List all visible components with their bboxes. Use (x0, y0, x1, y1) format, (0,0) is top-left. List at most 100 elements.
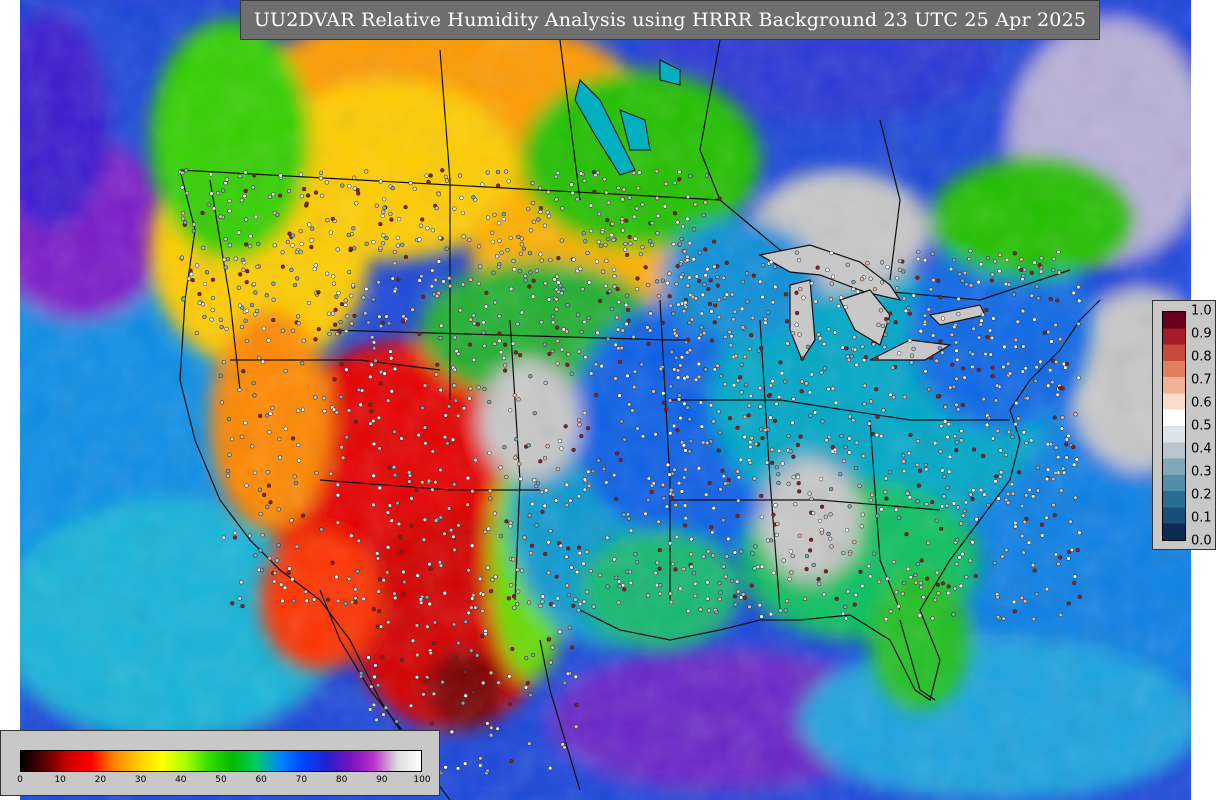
station-dot (487, 488, 493, 494)
station-dot (736, 475, 741, 480)
station-dot (300, 513, 306, 518)
station-dot (550, 314, 556, 319)
station-dot (701, 212, 706, 218)
station-dot (686, 337, 691, 343)
station-dot (471, 313, 476, 318)
station-dot (338, 394, 344, 400)
station-dot (1030, 562, 1036, 568)
station-dot (371, 473, 376, 478)
station-dot (528, 551, 534, 556)
station-dot (635, 426, 640, 431)
station-dot (794, 250, 800, 255)
station-dot (759, 514, 764, 520)
station-dot (760, 263, 766, 268)
station-dot (267, 430, 272, 435)
station-dot (410, 638, 416, 643)
station-dot (990, 374, 995, 379)
station-dot (576, 494, 582, 499)
station-dot (395, 243, 401, 248)
station-dot (1052, 415, 1057, 420)
station-dot (760, 435, 765, 441)
station-dot (807, 548, 813, 553)
station-dot (296, 321, 301, 326)
station-dot (907, 495, 912, 500)
station-dot (826, 327, 831, 332)
station-dot (646, 497, 651, 503)
station-dot (377, 609, 382, 614)
station-dot (519, 310, 524, 315)
station-dot (443, 765, 448, 770)
station-dot (516, 397, 521, 402)
station-dot (253, 290, 258, 295)
station-dot (860, 512, 865, 517)
station-dot (794, 310, 800, 316)
station-dot (952, 586, 958, 591)
station-dot (696, 374, 702, 380)
station-dot (819, 504, 825, 509)
station-dot (452, 367, 457, 372)
station-dot (995, 614, 1001, 620)
station-dot (821, 341, 827, 347)
station-dot (860, 583, 865, 589)
station-dot (237, 596, 242, 601)
station-dot (209, 191, 214, 196)
station-dot (250, 185, 256, 190)
station-dot (421, 294, 426, 299)
station-dot (618, 457, 623, 463)
station-dot (841, 550, 846, 556)
station-dot (502, 368, 508, 373)
station-dot (645, 593, 651, 598)
station-dot (1032, 317, 1037, 322)
station-dot (924, 467, 929, 472)
station-dot (735, 378, 741, 383)
station-dot (381, 712, 386, 717)
station-dot (587, 280, 592, 285)
station-dot (279, 582, 284, 587)
station-dot (555, 325, 560, 330)
station-dot (723, 574, 728, 579)
station-dot (699, 424, 705, 429)
station-dot (423, 441, 428, 446)
station-dot (236, 230, 242, 235)
station-dot (876, 322, 881, 327)
station-dot (1002, 344, 1007, 350)
station-dot (917, 468, 923, 473)
station-dot (749, 436, 754, 441)
station-dot (559, 446, 564, 451)
station-dot (963, 500, 969, 505)
station-dot (248, 234, 253, 239)
station-dot (436, 192, 441, 197)
station-dot (1069, 547, 1075, 553)
station-dot (264, 413, 270, 418)
station-dot (392, 261, 397, 266)
station-dot (951, 258, 957, 263)
station-dot (546, 637, 551, 642)
station-dot (845, 589, 851, 594)
station-dot (940, 468, 945, 473)
station-dot (954, 376, 959, 381)
station-dot (959, 438, 964, 443)
station-dot (371, 606, 377, 612)
station-dot (845, 354, 850, 359)
station-dot (371, 340, 377, 345)
station-dot (339, 302, 345, 307)
station-dot (521, 246, 527, 251)
station-dot (276, 543, 281, 548)
station-dot (655, 560, 660, 565)
station-dot (724, 292, 730, 297)
station-dot (772, 418, 778, 424)
station-dot (441, 279, 446, 284)
station-dot (847, 436, 852, 441)
station-dot (380, 241, 386, 246)
station-dot (677, 393, 682, 398)
station-dot (1016, 470, 1022, 475)
station-dot (275, 212, 280, 217)
station-dot (527, 741, 532, 746)
station-dot (600, 230, 605, 235)
station-dot (893, 320, 898, 325)
station-dot (1056, 249, 1061, 255)
station-dot (401, 592, 406, 597)
station-dot (374, 203, 379, 208)
station-dot (656, 293, 661, 299)
station-dot (788, 449, 793, 454)
